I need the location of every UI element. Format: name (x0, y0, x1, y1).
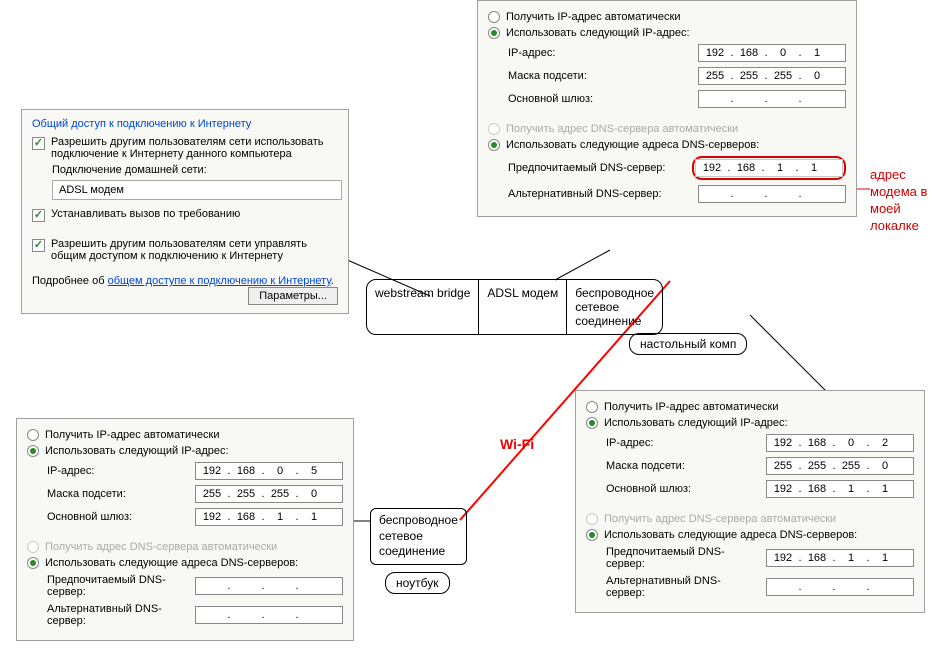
radio-use-dns[interactable]: Использовать следующие адреса DNS-сервер… (586, 529, 914, 541)
dns2-label: Альтернативный DNS-сервер: (508, 188, 662, 200)
dns1-input[interactable]: ... (195, 577, 343, 595)
device-webstream: webstream bridge (367, 280, 479, 334)
radio-auto-ip[interactable]: Получить IP-адрес автоматически (586, 401, 914, 413)
radio-auto-ip[interactable]: Получить IP-адрес автоматически (488, 11, 846, 23)
ip-label: IP-адрес: (606, 437, 653, 449)
ip-input[interactable]: 192.168.0.5 (195, 462, 343, 480)
dns1-input[interactable]: 192.168.1.1 (766, 549, 914, 567)
dns2-input[interactable]: ... (766, 578, 914, 596)
dns2-label: Альтернативный DNS-сервер: (606, 575, 758, 599)
radio-icon (488, 123, 500, 135)
radio-icon (488, 139, 500, 151)
ics-panel: Общий доступ к подключению к Интернету Р… (21, 109, 349, 314)
ics-help-link[interactable]: общем доступе к подключению к Интернету (108, 275, 331, 287)
laptop-wireless-box: беспроводное сетевое соединение (370, 508, 467, 565)
ip-label: IP-адрес: (47, 465, 94, 477)
chk-dial-on-demand[interactable]: Устанавливать вызов по требованию (32, 208, 338, 222)
radio-auto-dns: Получить адрес DNS-сервера автоматически (27, 541, 343, 553)
wifi-label: Wi-Fi (500, 436, 534, 452)
dns1-label: Предпочитаемый DNS-сервер: (47, 574, 187, 598)
gw-label: Основной шлюз: (606, 483, 691, 495)
net-panel-laptop: Получить IP-адрес автоматически Использо… (16, 418, 354, 641)
params-button[interactable]: Параметры... (248, 287, 338, 305)
home-net-label: Подключение домашней сети: (52, 164, 338, 176)
dns1-input[interactable]: 192.168.1.1 (695, 159, 843, 177)
dns1-label: Предпочитаемый DNS-сервер: (508, 162, 665, 174)
chk-dial-label: Устанавливать вызов по требованию (51, 208, 240, 220)
dns1-label: Предпочитаемый DNS-сервер: (606, 546, 758, 570)
mask-label: Маска подсети: (47, 488, 126, 500)
mask-label: Маска подсети: (508, 70, 587, 82)
mask-label: Маска подсети: (606, 460, 685, 472)
laptop-label: ноутбук (385, 572, 450, 594)
radio-use-dns[interactable]: Использовать следующие адреса DNS-сервер… (488, 139, 846, 151)
more-info: Подробнее об общем доступе к подключению… (32, 275, 334, 287)
chk-allow-share-label: Разрешить другим пользователям сети испо… (51, 136, 338, 160)
radio-icon (488, 27, 500, 39)
mask-input[interactable]: 255.255.255.0 (195, 485, 343, 503)
chk-allow-share[interactable]: Разрешить другим пользователям сети испо… (32, 136, 338, 160)
mask-input[interactable]: 255.255.255.0 (766, 457, 914, 475)
radio-auto-dns: Получить адрес DNS-сервера автоматически (586, 513, 914, 525)
chk-allow-control[interactable]: Разрешить другим пользователям сети упра… (32, 238, 338, 262)
radio-icon (27, 541, 39, 553)
gw-input[interactable]: ... (698, 90, 846, 108)
checkmark-icon (32, 209, 45, 222)
ip-input[interactable]: 192.168.0.1 (698, 44, 846, 62)
checkmark-icon (32, 137, 45, 150)
device-wireless: беспроводное сетевое соединение (567, 280, 662, 334)
net-panel-desktop-wifi: Получить IP-адрес автоматически Использо… (575, 390, 925, 613)
ip-label: IP-адрес: (508, 47, 555, 59)
dns2-input[interactable]: ... (698, 185, 846, 203)
radio-icon (27, 557, 39, 569)
device-adsl: ADSL модем (479, 280, 567, 334)
gw-input[interactable]: 192.168.1.1 (195, 508, 343, 526)
net-panel-desktop-adsl: Получить IP-адрес автоматически Использо… (477, 0, 857, 217)
dns2-input[interactable]: ... (195, 606, 343, 624)
radio-use-ip[interactable]: Использовать следующий IP-адрес: (488, 27, 846, 39)
ics-header: Общий доступ к подключению к Интернету (32, 118, 338, 130)
radio-icon (27, 429, 39, 441)
radio-icon (586, 401, 598, 413)
checkmark-icon (32, 239, 45, 252)
radio-use-ip[interactable]: Использовать следующий IP-адрес: (27, 445, 343, 457)
dns2-label: Альтернативный DNS-сервер: (47, 603, 187, 627)
radio-auto-ip[interactable]: Получить IP-адрес автоматически (27, 429, 343, 441)
radio-icon (586, 417, 598, 429)
modem-address-annotation: адрес модема в моей локалке (870, 167, 927, 235)
desktop-label: настольный комп (629, 333, 747, 355)
chk-control-label: Разрешить другим пользователям сети упра… (51, 238, 338, 262)
radio-icon (488, 11, 500, 23)
radio-icon (586, 513, 598, 525)
radio-use-dns[interactable]: Использовать следующие адреса DNS-сервер… (27, 557, 343, 569)
gw-label: Основной шлюз: (508, 93, 593, 105)
desktop-devices-bar: webstream bridge ADSL модем беспроводное… (366, 279, 663, 335)
mask-input[interactable]: 255.255.255.0 (698, 67, 846, 85)
radio-icon (586, 529, 598, 541)
gw-label: Основной шлюз: (47, 511, 132, 523)
radio-auto-dns: Получить адрес DNS-сервера автоматически (488, 123, 846, 135)
ip-input[interactable]: 192.168.0.2 (766, 434, 914, 452)
radio-use-ip[interactable]: Использовать следующий IP-адрес: (586, 417, 914, 429)
home-net-dropdown[interactable]: ADSL модем (52, 180, 342, 200)
gw-input[interactable]: 192.168.1.1 (766, 480, 914, 498)
radio-icon (27, 445, 39, 457)
